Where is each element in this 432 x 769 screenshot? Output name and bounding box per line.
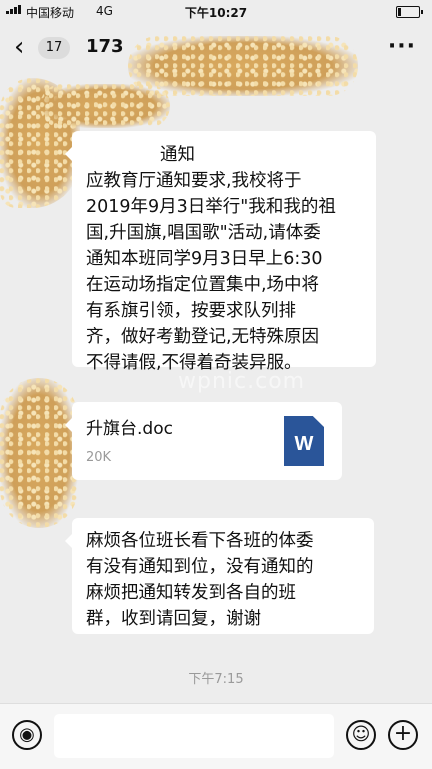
file-size: 20K xyxy=(86,450,112,465)
obscured-title-blob xyxy=(128,36,358,96)
notice-line: 齐，做好考勤登记,无特殊原因 xyxy=(86,327,320,347)
chat-title: 173 xyxy=(86,36,124,57)
notice-line: 应教育厅通知要求,我校将于 xyxy=(86,171,302,191)
reminder-line: 麻烦各位班长看下各班的体委 xyxy=(86,531,314,551)
message-input[interactable] xyxy=(54,714,334,758)
battery-icon xyxy=(396,6,423,18)
clock: 下午10:27 xyxy=(184,6,248,20)
obscured-sender-1 xyxy=(40,84,170,128)
message-timestamp: 下午7:15 xyxy=(188,672,244,687)
input-bar: ◉ ☺ + xyxy=(0,703,432,769)
notice-line: 通知本班同学9月3日早上6:30 xyxy=(86,249,323,269)
watermark: wpnic.com xyxy=(178,369,306,394)
emoji-icon[interactable]: ☺ xyxy=(346,720,376,750)
more-icon[interactable]: ··· xyxy=(388,34,416,59)
unread-badge: 17 xyxy=(38,37,70,59)
obscured-avatar-2 xyxy=(0,378,78,528)
reminder-line: 有没有通知到位，没有通知的 xyxy=(86,557,314,577)
status-bar: 中国移动 4G 下午10:27 xyxy=(0,0,432,24)
notice-body: 应教育厅通知要求,我校将于 2019年9月3日举行"我和我的祖 国,升国旗,唱国… xyxy=(86,168,370,376)
voice-icon[interactable]: ◉ xyxy=(12,720,42,750)
message-bubble-reminder[interactable]: 麻烦各位班长看下各班的体委 有没有通知到位，没有通知的 麻烦把通知转发到各自的班… xyxy=(65,518,374,634)
reminder-line: 麻烦把通知转发到各自的班 xyxy=(86,583,296,603)
message-bubble-notice[interactable]: 通知 应教育厅通知要求,我校将于 2019年9月3日举行"我和我的祖 国,升国旗… xyxy=(65,131,376,373)
reminder-body: 麻烦各位班长看下各班的体委 有没有通知到位，没有通知的 麻烦把通知转发到各自的班… xyxy=(86,528,366,632)
notice-line: 2019年9月3日举行"我和我的祖 xyxy=(86,197,336,217)
plus-icon[interactable]: + xyxy=(388,720,418,750)
notice-line: 国,升国旗,唱国歌"活动,请体委 xyxy=(86,223,321,243)
file-name: 升旗台.doc xyxy=(86,419,173,439)
file-attachment-card[interactable]: 升旗台.doc 20K W xyxy=(65,402,342,480)
notice-line: 有系旗引领，按要求队列排 xyxy=(86,301,296,321)
chevron-left-icon[interactable]: ‹ xyxy=(14,34,24,60)
notice-title: 通知 xyxy=(160,145,195,165)
reminder-line: 群，收到请回复，谢谢 xyxy=(86,609,261,629)
notice-line: 在运动场指定位置集中,场中将 xyxy=(86,275,320,295)
word-doc-icon: W xyxy=(284,416,324,466)
